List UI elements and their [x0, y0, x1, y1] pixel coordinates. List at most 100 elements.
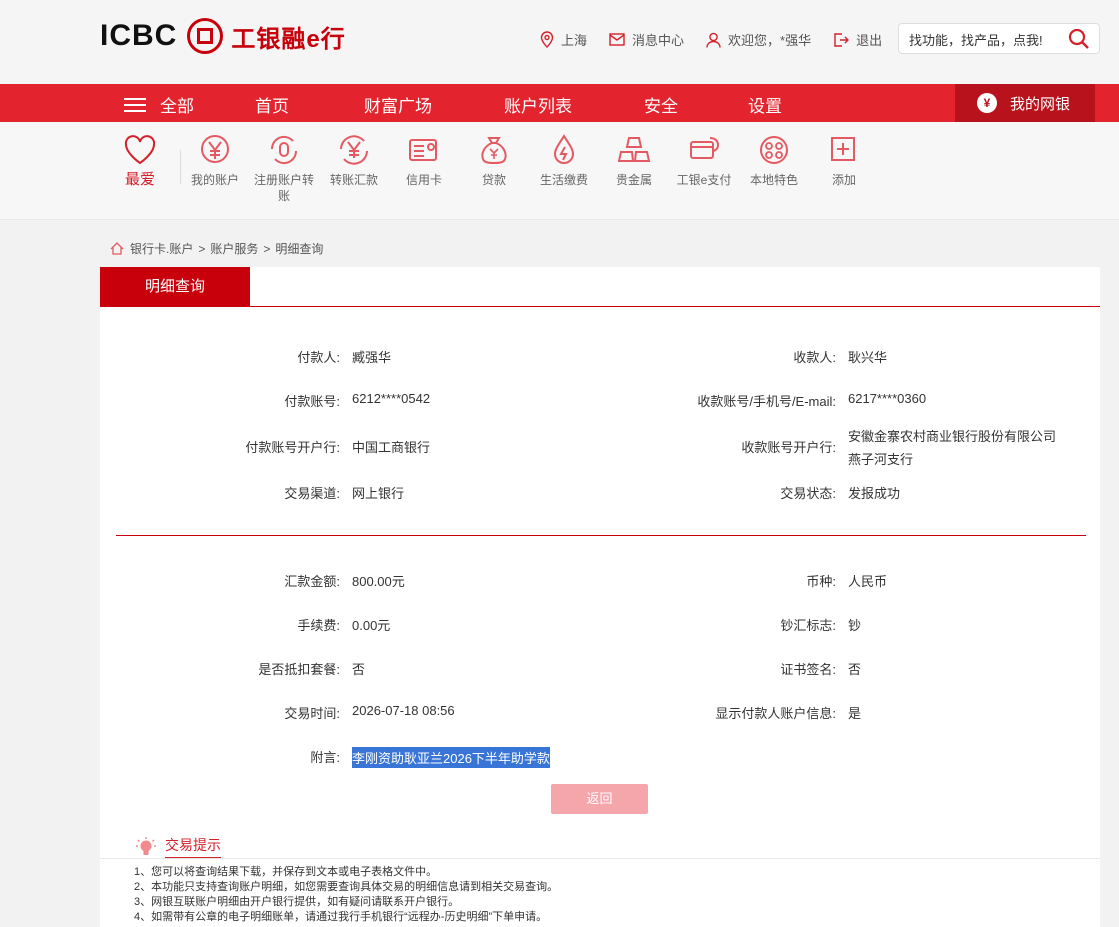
payee-bank-label: 收款账号开户行:: [741, 440, 836, 455]
quick-add-label: 添加: [831, 173, 856, 187]
messages-link[interactable]: 消息中心: [609, 30, 684, 49]
quick-registered-transfer-label: 注册账户转账: [253, 173, 314, 203]
breadcrumb-item-cards[interactable]: 银行卡.账户: [130, 240, 193, 257]
breadcrumb-item-account-service[interactable]: 账户服务: [210, 240, 258, 257]
tip-item: 4、如需带有公章的电子明细账单，请通过我行手机银行“远程办-历史明细”下单申请。: [134, 911, 548, 923]
payer-account-label: 付款账号:: [284, 394, 340, 409]
user-welcome[interactable]: 欢迎您，*强华: [706, 30, 811, 49]
show-payer-label: 显示付款人账户信息:: [715, 706, 836, 721]
cash-flag-value: 钞: [848, 618, 862, 633]
tip-item: 1、您可以将查询结果下载，并保存到文本或电子表格文件中。: [134, 866, 438, 878]
quick-transfer-label: 转账汇款: [329, 173, 378, 187]
e-pay-icon: [690, 137, 720, 159]
quick-my-account-label: 我的账户: [190, 173, 239, 187]
home-icon[interactable]: [110, 242, 124, 255]
memo-value[interactable]: 李刚资助耿亚兰2026下半年助学款: [352, 747, 550, 768]
nav-wealth[interactable]: 财富广场: [364, 92, 432, 117]
quick-local-label: 本地特色: [749, 173, 798, 187]
top-links: 上海 消息中心 欢迎您，*强华 退出: [540, 30, 904, 49]
tip-item: 3、网银互联账户明细由开户银行提供，如有疑问请联系开户银行。: [134, 896, 460, 908]
payee-bank-line2: 燕子河支行: [848, 452, 914, 467]
quick-credit-card-label: 信用卡: [405, 173, 442, 187]
logout-link[interactable]: 退出: [833, 30, 882, 49]
favorites-item[interactable]: 最爱: [105, 132, 175, 188]
quick-registered-transfer[interactable]: 注册账户转账: [249, 132, 319, 204]
channel-value: 网上银行: [352, 486, 405, 501]
search-icon[interactable]: [1068, 28, 1090, 50]
tab-detail-query[interactable]: 明细查询: [100, 267, 250, 307]
nav-accounts[interactable]: 账户列表: [504, 92, 572, 117]
main-nav: 全部 首页 财富广场 账户列表 安全 设置 ¥ 我的网银: [0, 84, 1119, 122]
my-bank-label: 我的网银: [1010, 95, 1071, 113]
tips-divider: [100, 858, 1100, 859]
quick-precious-metals-label: 贵金属: [615, 173, 652, 187]
logo-en-text: ICBC: [100, 19, 178, 52]
amount-label: 汇款金额:: [284, 574, 340, 589]
amount-value: 800.00元: [352, 574, 405, 589]
local-features-icon: [760, 136, 788, 164]
icbc-seal-icon: [187, 18, 224, 54]
cert-label: 证书签名:: [780, 662, 836, 677]
loan-bag-icon: [481, 137, 507, 165]
nav-security[interactable]: 安全: [644, 92, 678, 117]
logout-icon: [834, 32, 850, 47]
location-link[interactable]: 上海: [540, 30, 587, 49]
payer-label: 付款人:: [297, 350, 340, 365]
quick-loan[interactable]: 贷款: [459, 132, 529, 188]
payee-label: 收款人:: [793, 350, 836, 365]
quick-epay[interactable]: 工银e支付: [669, 132, 739, 188]
user-icon: [706, 32, 721, 48]
tip-item: 2、本功能只支持查询账户明细，如您需要查询具体交易的明细信息请到相关交易查询。: [134, 881, 559, 893]
tab-bar: 明细查询: [100, 267, 1100, 307]
status-label: 交易状态:: [780, 486, 836, 501]
gold-bars-icon: [617, 137, 651, 162]
nav-all-label: 全部: [160, 97, 194, 116]
package-value: 否: [352, 662, 366, 677]
currency-label: 币种:: [806, 574, 836, 589]
nav-all[interactable]: 全部: [124, 92, 194, 117]
yen-coin-icon: [201, 135, 229, 163]
quick-add[interactable]: 添加: [809, 132, 879, 188]
transaction-tips: 交易提示 1、您可以将查询结果下载，并保存到文本或电子表格文件中。 2、本功能只…: [100, 827, 1100, 927]
breadcrumb-separator: >: [198, 241, 206, 256]
quick-epay-label: 工银e支付: [676, 173, 732, 187]
location-pin-icon: [540, 31, 554, 48]
add-icon: [831, 137, 855, 161]
quick-precious-metals[interactable]: 贵金属: [599, 132, 669, 188]
back-button[interactable]: 返回: [551, 784, 648, 814]
heart-icon: [124, 135, 156, 165]
breadcrumb-separator: >: [263, 241, 271, 256]
quick-transfer[interactable]: 转账汇款: [319, 132, 389, 188]
credit-card-icon: [409, 139, 437, 161]
welcome-text: 欢迎您，*强华: [728, 33, 812, 48]
account-transfer-icon: [270, 135, 298, 165]
quick-utility[interactable]: 生活缴费: [529, 132, 599, 188]
favorites-label: 最爱: [124, 171, 155, 188]
payer-bank-value: 中国工商银行: [352, 440, 431, 455]
quick-credit-card[interactable]: 信用卡: [389, 132, 459, 188]
search-input[interactable]: 找功能，找产品，点我!: [898, 23, 1100, 54]
fee-label: 手续费:: [297, 618, 340, 633]
tips-title: 交易提示: [165, 835, 221, 859]
payee-account-value: 6217****0360: [848, 391, 927, 406]
channel-label: 交易渠道:: [284, 486, 340, 501]
quick-my-account[interactable]: 我的账户: [180, 132, 250, 188]
show-payer-value: 是: [848, 706, 862, 721]
my-bank-button[interactable]: ¥ 我的网银: [955, 84, 1095, 122]
messages-text: 消息中心: [632, 33, 685, 48]
location-text: 上海: [561, 33, 588, 48]
nav-home[interactable]: 首页: [255, 92, 289, 117]
nav-settings[interactable]: 设置: [748, 92, 782, 117]
quick-local[interactable]: 本地特色: [739, 132, 809, 188]
status-value: 发报成功: [848, 486, 901, 501]
utility-icon: [553, 134, 575, 164]
payee-bank-line1: 安徽金寨农村商业银行股份有限公司: [848, 429, 1057, 444]
breadcrumb-item-detail-query: 明细查询: [275, 242, 324, 256]
cert-value: 否: [848, 662, 862, 677]
logout-text: 退出: [856, 33, 883, 48]
tips-header: 交易提示: [135, 835, 221, 859]
time-value: 2026-07-18 08:56: [352, 703, 455, 718]
package-label: 是否抵扣套餐:: [258, 662, 340, 677]
fee-value: 0.00元: [352, 618, 391, 633]
icbc-logo[interactable]: ICBC 工银融e行: [100, 18, 346, 54]
